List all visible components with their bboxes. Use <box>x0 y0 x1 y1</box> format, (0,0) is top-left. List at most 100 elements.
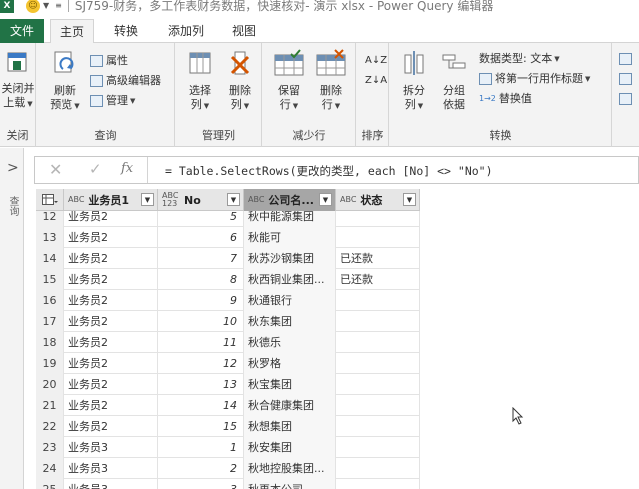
column-header-emp[interactable]: ABC 业务员1 ▼ <box>64 189 158 211</box>
sort-descending-button[interactable]: Z↓A <box>365 73 387 89</box>
expand-queries-chevron-icon[interactable]: > <box>7 160 19 176</box>
confirm-formula-icon[interactable]: ✓ <box>89 160 102 178</box>
row-number[interactable]: 14 <box>36 248 64 269</box>
append-queries-icon[interactable] <box>619 73 632 85</box>
cell-status[interactable] <box>336 458 420 479</box>
cell-status[interactable] <box>336 416 420 437</box>
text-type-icon[interactable]: ABC <box>248 196 264 204</box>
cell-status[interactable] <box>336 437 420 458</box>
column-filter-dropdown-icon[interactable]: ▼ <box>319 193 332 206</box>
column-filtered-icon[interactable]: ▼ <box>227 193 240 206</box>
row-number[interactable]: 13 <box>36 227 64 248</box>
cell-status[interactable]: 已还款 <box>336 248 420 269</box>
cell-no[interactable]: 9 <box>158 290 244 311</box>
cell-status[interactable] <box>336 227 420 248</box>
row-number[interactable]: 21 <box>36 395 64 416</box>
table-menu-button[interactable] <box>36 189 64 211</box>
column-header-company[interactable]: ABC 公司名... ▼ <box>244 189 336 211</box>
combine-files-icon[interactable] <box>619 93 632 105</box>
table-row[interactable]: 24 业务员3 2 秋地控股集团... <box>36 458 420 479</box>
cell-company[interactable]: 秋西铜业集团... <box>244 269 336 290</box>
table-row[interactable]: 25业务员33秋再本公司 <box>36 479 420 489</box>
column-filter-dropdown-icon[interactable]: ▼ <box>141 193 154 206</box>
data-type-dropdown[interactable]: 数据类型: 文本 ▼ <box>479 51 560 67</box>
table-row[interactable]: 18 业务员2 11 秋德乐 <box>36 332 420 353</box>
cell-emp[interactable]: 业务员3 <box>64 479 158 489</box>
cell-company[interactable]: 秋想集团 <box>244 416 336 437</box>
row-number[interactable]: 19 <box>36 353 64 374</box>
cell-emp[interactable]: 业务员2 <box>64 311 158 332</box>
cell-emp[interactable]: 业务员3 <box>64 458 158 479</box>
cell-company[interactable]: 秋罗格 <box>244 353 336 374</box>
remove-rows-button[interactable]: 删除 行 ▼ <box>311 49 351 113</box>
tab-transform[interactable]: 转换 <box>102 19 150 43</box>
table-row[interactable]: 22 业务员2 15 秋想集团 <box>36 416 420 437</box>
close-and-load-button[interactable]: 关闭并 上载 ▼ <box>0 49 36 111</box>
row-number[interactable]: 24 <box>36 458 64 479</box>
column-filter-dropdown-icon[interactable]: ▼ <box>403 193 416 206</box>
table-row[interactable]: 15 业务员2 8 秋西铜业集团... 已还款 <box>36 269 420 290</box>
cell-company[interactable]: 秋安集团 <box>244 437 336 458</box>
row-number[interactable]: 25 <box>36 479 64 489</box>
cell-status[interactable] <box>336 479 420 489</box>
properties-button[interactable]: 属性 <box>90 53 128 69</box>
tab-add-column[interactable]: 添加列 <box>158 19 214 43</box>
cell-no[interactable]: 13 <box>158 374 244 395</box>
cell-status[interactable] <box>336 395 420 416</box>
table-row[interactable]: 23 业务员3 1 秋安集团 <box>36 437 420 458</box>
manage-button[interactable]: 管理 ▼ <box>90 93 135 109</box>
group-by-button[interactable]: 分组 依据 <box>434 49 474 112</box>
cell-status[interactable] <box>336 311 420 332</box>
cell-emp[interactable]: 业务员2 <box>64 416 158 437</box>
cell-no[interactable]: 15 <box>158 416 244 437</box>
tab-view[interactable]: 视图 <box>222 19 266 43</box>
table-row[interactable]: 16 业务员2 9 秋通银行 <box>36 290 420 311</box>
cell-emp[interactable]: 业务员2 <box>64 248 158 269</box>
cell-status[interactable] <box>336 353 420 374</box>
cell-emp[interactable]: 业务员2 <box>64 269 158 290</box>
any-type-icon[interactable]: ABC 123 <box>162 192 180 208</box>
cell-status[interactable] <box>336 332 420 353</box>
cell-company[interactable]: 秋德乐 <box>244 332 336 353</box>
feedback-smiley-icon[interactable]: ☺ <box>26 0 40 13</box>
table-row[interactable]: 20 业务员2 13 秋宝集团 <box>36 374 420 395</box>
cell-emp[interactable]: 业务员2 <box>64 353 158 374</box>
row-number[interactable]: 23 <box>36 437 64 458</box>
advanced-editor-button[interactable]: 高级编辑器 <box>90 73 161 89</box>
cell-emp[interactable]: 业务员3 <box>64 437 158 458</box>
use-first-row-headers-button[interactable]: 将第一行用作标题 ▼ <box>479 71 590 87</box>
cell-no[interactable]: 10 <box>158 311 244 332</box>
cell-company[interactable]: 秋东集团 <box>244 311 336 332</box>
cell-company[interactable]: 秋宝集团 <box>244 374 336 395</box>
remove-columns-button[interactable]: 删除 列 ▼ <box>220 49 260 113</box>
tab-home[interactable]: 主页 <box>50 19 94 44</box>
cell-no[interactable]: 6 <box>158 227 244 248</box>
cell-emp[interactable]: 业务员2 <box>64 395 158 416</box>
table-row[interactable]: 17 业务员2 10 秋东集团 <box>36 311 420 332</box>
cell-status[interactable] <box>336 374 420 395</box>
cell-no[interactable]: 2 <box>158 458 244 479</box>
table-row[interactable]: 14 业务员2 7 秋苏沙钢集团 已还款 <box>36 248 420 269</box>
fx-icon[interactable]: fx <box>121 161 133 176</box>
row-number[interactable]: 16 <box>36 290 64 311</box>
cell-company[interactable]: 秋合健康集团 <box>244 395 336 416</box>
text-type-icon[interactable]: ABC <box>340 196 356 204</box>
split-column-button[interactable]: 拆分 列 ▼ <box>396 49 432 113</box>
row-number[interactable]: 18 <box>36 332 64 353</box>
column-header-status[interactable]: ABC 状态 ▼ <box>336 189 420 211</box>
table-row[interactable]: 21 业务员2 14 秋合健康集团 <box>36 395 420 416</box>
cell-emp[interactable]: 业务员2 <box>64 374 158 395</box>
cell-company[interactable]: 秋再本公司 <box>244 479 336 489</box>
cancel-formula-icon[interactable]: ✕ <box>49 160 62 179</box>
cell-emp[interactable]: 业务员2 <box>64 227 158 248</box>
cell-emp[interactable]: 业务员2 <box>64 290 158 311</box>
cell-no[interactable]: 7 <box>158 248 244 269</box>
cell-no[interactable]: 12 <box>158 353 244 374</box>
cell-company[interactable]: 秋苏沙钢集团 <box>244 248 336 269</box>
row-number[interactable]: 15 <box>36 269 64 290</box>
row-number[interactable]: 20 <box>36 374 64 395</box>
cell-company[interactable]: 秋能可 <box>244 227 336 248</box>
cell-no[interactable]: 8 <box>158 269 244 290</box>
table-row[interactable]: 13 业务员2 6 秋能可 <box>36 227 420 248</box>
sort-ascending-button[interactable]: A↓Z <box>365 53 387 69</box>
